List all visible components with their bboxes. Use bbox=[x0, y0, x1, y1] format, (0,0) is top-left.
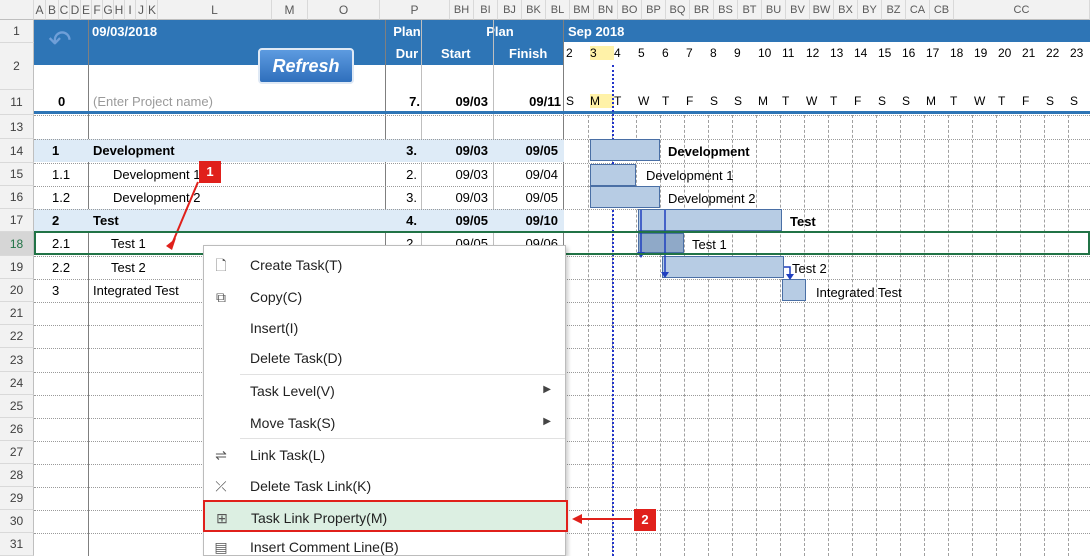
menu-item-label: Move Task(S) bbox=[250, 415, 336, 431]
menu-item[interactable]: 🗋 Create Task(T) bbox=[204, 249, 565, 281]
menu-separator bbox=[240, 374, 565, 375]
menu-item[interactable]: ⇌ Link Task(L) bbox=[204, 439, 565, 471]
new-page-icon: 🗋 bbox=[215, 257, 227, 273]
arrowhead-test2-icon bbox=[661, 272, 669, 278]
menu-item-label: Insert Comment Line(B) bbox=[250, 539, 399, 555]
menu-item-label: Delete Task(D) bbox=[250, 350, 343, 366]
menu-item[interactable]: Task Level(V) ▶ bbox=[204, 375, 565, 407]
link-property-icon: ⊞ bbox=[216, 510, 228, 526]
menu-item-label: Copy(C) bbox=[250, 289, 303, 305]
callout-2-arrowhead-icon bbox=[572, 514, 582, 524]
submenu-arrow-icon: ▶ bbox=[543, 416, 551, 427]
menu-item[interactable]: Delete Task(D) bbox=[204, 342, 565, 374]
callout-2: 2 bbox=[634, 509, 656, 531]
comment-line-icon: ▤ bbox=[214, 539, 228, 555]
submenu-arrow-icon: ▶ bbox=[543, 384, 551, 395]
arrowhead-integrated-icon bbox=[786, 274, 794, 280]
link-icon: ⇌ bbox=[215, 447, 227, 463]
callout-1: 1 bbox=[199, 161, 221, 183]
menu-item[interactable]: Insert(I) bbox=[204, 312, 565, 344]
menu-item[interactable]: ⤫ Delete Task Link(K) bbox=[204, 470, 565, 502]
menu-item[interactable]: ⧉ Copy(C) bbox=[204, 281, 565, 313]
menu-item[interactable]: ⊞ Task Link Property(M) bbox=[203, 500, 568, 532]
unlink-icon: ⤫ bbox=[215, 478, 227, 494]
menu-item[interactable]: ▤ Insert Comment Line(B) bbox=[204, 531, 565, 556]
menu-item-label: Create Task(T) bbox=[250, 257, 343, 273]
menu-item-label: Insert(I) bbox=[250, 320, 299, 336]
menu-item-label: Link Task(L) bbox=[250, 447, 326, 463]
menu-item-label: Delete Task Link(K) bbox=[250, 478, 372, 494]
menu-item-label: Task Link Property(M) bbox=[251, 510, 388, 526]
menu-item[interactable]: Move Task(S) ▶ bbox=[204, 407, 565, 439]
context-menu: 🗋 Create Task(T) ⧉ Copy(C) Insert(I) Delete T… bbox=[203, 245, 568, 556]
copy-icon: ⧉ bbox=[216, 289, 226, 305]
menu-item-label: Task Level(V) bbox=[250, 383, 335, 399]
menu-separator bbox=[240, 438, 565, 439]
